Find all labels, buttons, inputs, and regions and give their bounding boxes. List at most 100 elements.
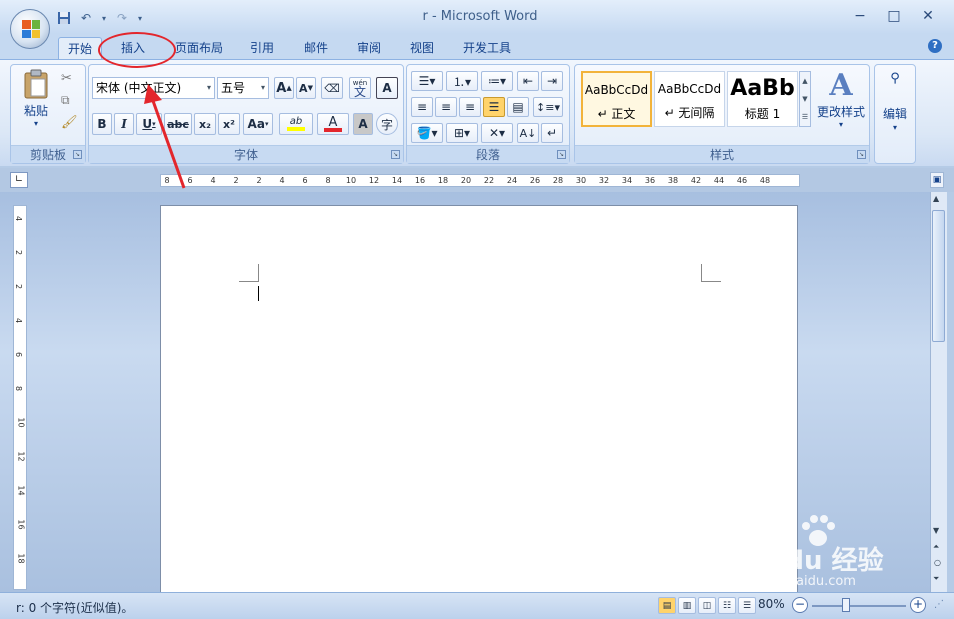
outline-view-icon[interactable]: ☷ (718, 597, 736, 614)
clipboard-launcher-icon[interactable]: ↘ (73, 150, 82, 159)
ruler-tick-label: 26 (529, 176, 541, 185)
char-border-button[interactable]: A (376, 77, 398, 99)
zoom-in-icon[interactable]: + (910, 597, 926, 613)
font-launcher-icon[interactable]: ↘ (391, 150, 400, 159)
resize-grip-icon[interactable]: ⋰ (934, 599, 944, 610)
clear-format-icon[interactable]: ⌫ (321, 77, 343, 99)
customize-qat-icon[interactable]: ▾ (136, 10, 144, 26)
ruler-tick-label: 2 (233, 176, 239, 185)
paste-button[interactable]: 粘贴 ▾ (19, 69, 53, 133)
highlight-button[interactable]: ab (279, 113, 313, 135)
vertical-ruler-tick-label: 4 (14, 215, 24, 222)
save-icon[interactable] (56, 10, 72, 26)
scroll-up-icon[interactable]: ▲ (933, 194, 939, 203)
font-size-combo[interactable]: 五号 ▾ (217, 77, 269, 99)
web-layout-icon[interactable]: ◫ (698, 597, 716, 614)
document-page[interactable] (160, 205, 798, 605)
scroll-down-icon[interactable]: ▼ (933, 526, 939, 535)
tab-references[interactable]: 引用 (240, 37, 284, 60)
tab-view[interactable]: 视图 (400, 37, 444, 60)
office-button[interactable] (10, 9, 50, 49)
tab-home[interactable]: 开始 (58, 37, 102, 60)
decrease-indent-icon[interactable]: ⇤ (517, 71, 539, 91)
format-painter-icon[interactable]: 🖌 (61, 115, 78, 130)
vertical-ruler-tick-label: 2 (14, 249, 24, 256)
bullets-icon[interactable]: ☰▾ (411, 71, 443, 91)
ruler-tick-label: 30 (575, 176, 587, 185)
multilevel-list-icon[interactable]: ≔▾ (481, 71, 513, 91)
ruler-tick-label: 10 (345, 176, 357, 185)
undo-icon[interactable]: ↶ (78, 10, 94, 26)
redo-icon[interactable]: ↷ (114, 10, 130, 26)
scroll-thumb[interactable] (932, 210, 945, 342)
char-shading-button[interactable]: A (353, 113, 373, 135)
increase-indent-icon[interactable]: ⇥ (541, 71, 563, 91)
draft-view-icon[interactable]: ☰ (738, 597, 756, 614)
style-heading-1[interactable]: AaBb 标题 1 (727, 71, 798, 127)
style-no-spacing-sample: AaBbCcDd (657, 82, 722, 96)
status-text[interactable]: r: 0 个字符(近似值)。 (16, 599, 133, 616)
tab-review[interactable]: 审阅 (347, 37, 391, 60)
prev-page-icon[interactable]: ⏶ (933, 542, 939, 552)
grow-font-button[interactable]: A ▲ (274, 77, 294, 99)
undo-dropdown-icon[interactable]: ▾ (100, 10, 108, 26)
full-screen-reading-icon[interactable]: ▥ (678, 597, 696, 614)
styles-group-label: 样式 (575, 145, 869, 163)
align-center-icon[interactable]: ≡ (435, 97, 457, 117)
shrink-font-label: A (299, 81, 308, 95)
shrink-font-button[interactable]: A ▼ (296, 77, 316, 99)
print-layout-icon[interactable]: ▤ (658, 597, 676, 614)
zoom-out-icon[interactable]: − (792, 597, 808, 613)
change-styles-button[interactable]: A 更改样式 ▾ (815, 69, 867, 139)
italic-button[interactable]: I (114, 113, 134, 135)
horizontal-ruler[interactable]: 8 6 4 2 2 4 6 8 10 12 14 16 18 20 22 24 26 28 30 32 34 36 38 42… (160, 174, 800, 187)
enclose-char-button[interactable]: 字 (376, 113, 398, 135)
paragraph-launcher-icon[interactable]: ↘ (557, 150, 566, 159)
align-left-icon[interactable]: ≡ (411, 97, 433, 117)
justify-icon[interactable]: ☰ (483, 97, 505, 117)
style-normal[interactable]: AaBbCcDd ↵ 正文 (581, 71, 652, 127)
numbering-icon[interactable]: ⒈▾ (446, 71, 478, 91)
tab-mailings[interactable]: 邮件 (294, 37, 338, 60)
minimize-button[interactable]: − (848, 6, 872, 26)
style-no-spacing[interactable]: AaBbCcDd ↵ 无间隔 (654, 71, 725, 127)
distributed-icon[interactable]: ▤ (507, 97, 529, 117)
styles-scroll-control[interactable]: ▲ ▼ ☰ (799, 71, 811, 127)
superscript-button[interactable]: x² (218, 113, 240, 135)
binoculars-icon: ⚲ (890, 71, 900, 86)
ruler-tick-label: 28 (552, 176, 564, 185)
line-spacing-icon[interactable]: ↕≡▾ (533, 97, 563, 117)
editing-group[interactable]: ⚲ 编辑 ▾ (874, 64, 916, 164)
bold-button[interactable]: B (92, 113, 112, 135)
vertical-ruler-tick-label: 10 (16, 417, 26, 428)
zoom-level[interactable]: 80% (758, 597, 785, 611)
tab-selector-icon[interactable]: ∟ (10, 172, 28, 188)
phonetic-guide-button[interactable]: wén 文 (349, 77, 371, 99)
vertical-ruler[interactable]: 4 2 2 4 6 8 10 12 14 16 18 (13, 205, 27, 590)
copy-icon[interactable]: ⧉ (61, 93, 70, 108)
align-right-icon[interactable]: ≡ (459, 97, 481, 117)
chinese-layout-icon[interactable]: ✕▾ (481, 123, 513, 143)
view-ruler-icon[interactable]: ▣ (930, 172, 944, 188)
styles-launcher-icon[interactable]: ↘ (857, 150, 866, 159)
change-case-button[interactable]: Aa ▾ (243, 113, 273, 135)
next-page-icon[interactable]: ⏷ (933, 574, 939, 584)
close-button[interactable]: ✕ (916, 6, 940, 26)
change-styles-label: 更改样式 (816, 105, 865, 119)
font-color-button[interactable]: A (317, 113, 349, 135)
help-icon[interactable]: ? (928, 39, 942, 53)
maximize-button[interactable]: □ (882, 6, 906, 26)
zoom-slider-track[interactable] (812, 605, 906, 607)
select-browse-object-icon[interactable]: ○ (934, 558, 941, 567)
zoom-slider-thumb[interactable] (842, 598, 850, 612)
font-group-label: 字体 (89, 145, 403, 163)
style-no-spacing-name: ↵ 无间隔 (664, 106, 715, 120)
shading-icon[interactable]: 🪣▾ (411, 123, 443, 143)
sort-icon[interactable]: A↓ (517, 123, 539, 143)
cut-icon[interactable]: ✂ (61, 71, 72, 86)
borders-icon[interactable]: ⊞▾ (446, 123, 478, 143)
show-marks-icon[interactable]: ↵ (541, 123, 563, 143)
vertical-scrollbar[interactable]: ▲ ▼ ⏶ ○ ⏷ (930, 192, 947, 592)
watermark-url: jingyan.baidu.com (736, 574, 856, 589)
tab-developer[interactable]: 开发工具 (454, 37, 520, 60)
